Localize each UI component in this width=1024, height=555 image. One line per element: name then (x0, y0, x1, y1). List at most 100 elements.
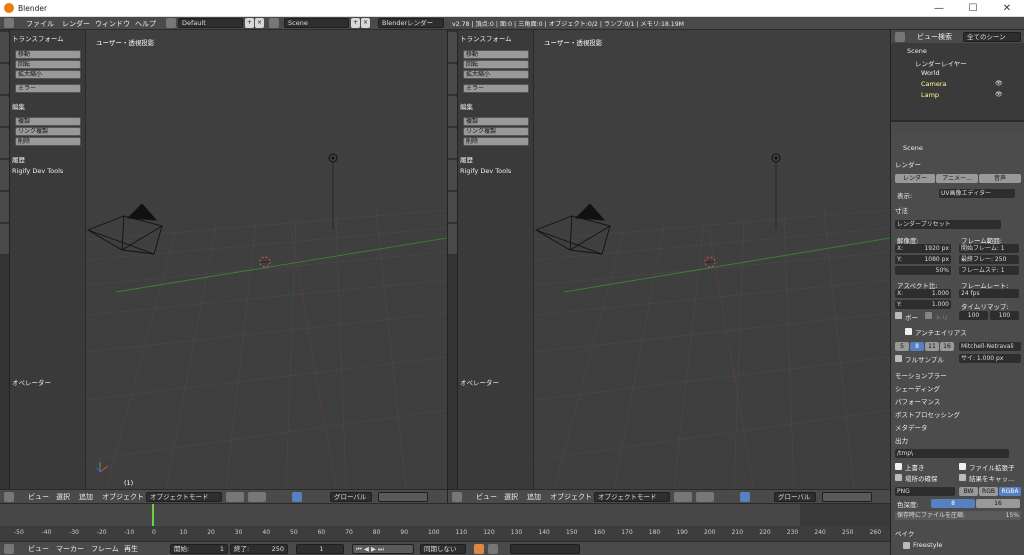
aspect-x-field[interactable]: X: 1.000 (895, 289, 951, 298)
render-engine-select[interactable]: Blenderレンダー (378, 18, 444, 28)
properties-tabs[interactable] (891, 122, 1024, 134)
post-processing-header[interactable]: ポストプロセッシング (895, 409, 960, 419)
minimize-button[interactable]: — (922, 0, 956, 17)
end-frame-field[interactable]: 終了: 250 (230, 544, 288, 554)
scene-field[interactable]: Scene (284, 18, 349, 28)
pivot-select[interactable] (248, 492, 266, 502)
render-button[interactable]: レンダー (895, 174, 935, 183)
output-path-field[interactable]: /tmp\ (895, 449, 1009, 458)
render-panel-header[interactable]: レンダー (895, 159, 921, 169)
overwrite-checkbox[interactable] (895, 463, 902, 470)
aa-5-button[interactable]: 5 (895, 342, 909, 351)
menu-window[interactable]: ウィンドウ (95, 19, 130, 29)
bake-header[interactable]: ベイク (895, 528, 914, 538)
viewport-left[interactable]: トランスフォーム 移動 回転 拡大縮小 ミラー 編集 複製 リンク複製 削除 履… (0, 30, 447, 489)
current-frame-field[interactable]: 1 (296, 544, 344, 554)
scene-add-button[interactable]: + (351, 18, 360, 28)
display-select[interactable]: UV画像エディター (939, 189, 1015, 198)
transform-header[interactable]: トランスフォーム (460, 33, 512, 43)
editor-type-icon[interactable] (452, 492, 462, 502)
frame-step-field[interactable]: フレームステ: 1 (959, 266, 1019, 275)
manipulator-icon[interactable] (740, 492, 750, 502)
outliner-filter-select[interactable]: 全てのシーン (963, 32, 1021, 42)
output-header[interactable]: 出力 (895, 435, 908, 445)
layout-remove-button[interactable]: × (255, 18, 264, 28)
menu-add[interactable]: 追加 (527, 492, 541, 502)
orientation-select[interactable]: グローバル (774, 492, 816, 502)
metadata-header[interactable]: メタデータ (895, 422, 928, 432)
scene-icon[interactable] (269, 18, 279, 28)
aa-11-button[interactable]: 11 (925, 342, 939, 351)
mirror-button[interactable]: ミラー (463, 84, 529, 93)
outliner-render-layers[interactable]: レンダーレイヤー (915, 58, 967, 68)
filter-size-field[interactable]: サイ: 1.000 px (959, 354, 1021, 363)
performance-header[interactable]: パフォーマンス (895, 396, 940, 406)
layout-add-button[interactable]: + (245, 18, 254, 28)
start-frame-field[interactable]: 開始: 1 (170, 544, 228, 554)
layer-buttons[interactable] (378, 492, 428, 502)
current-frame-line[interactable] (152, 504, 154, 527)
menu-view[interactable]: ビュー (476, 492, 497, 502)
menu-help[interactable]: ヘルプ (135, 19, 156, 29)
editor-type-icon[interactable] (4, 18, 14, 28)
rgba-button[interactable]: RGBA (999, 487, 1021, 496)
linked-duplicate-button[interactable]: リンク複製 (15, 127, 81, 136)
mode-select[interactable]: オブジェクトモード (594, 492, 670, 502)
res-percent-field[interactable]: 50% (895, 266, 951, 275)
outliner-view-menu[interactable]: ビュー (917, 32, 938, 42)
file-format-select[interactable]: PNG (895, 487, 955, 496)
depth-16-button[interactable]: 16 (976, 499, 1020, 508)
menu-file[interactable]: ファイル (26, 19, 54, 29)
viewport-right[interactable]: トランスフォーム 移動 回転 拡大縮小 ミラー 編集 複製 リンク複製 削除 履… (448, 30, 890, 489)
history-header[interactable]: 履歴 (460, 154, 473, 164)
menu-add[interactable]: 追加 (79, 492, 93, 502)
outliner-world[interactable]: World (921, 69, 940, 77)
scene-remove-button[interactable]: × (361, 18, 370, 28)
duplicate-button[interactable]: 複製 (15, 117, 81, 126)
bw-button[interactable]: BW (959, 487, 978, 496)
rgb-button[interactable]: RGB (979, 487, 998, 496)
menu-playback[interactable]: 再生 (124, 544, 138, 554)
outliner-camera[interactable]: Camera (921, 80, 947, 88)
remap-old-field[interactable]: 100 (959, 311, 988, 320)
menu-select[interactable]: 選択 (56, 492, 70, 502)
animation-button[interactable]: アニメー... (936, 174, 978, 183)
tool-tabs[interactable] (448, 30, 458, 489)
outliner-scene[interactable]: Scene (907, 47, 927, 55)
shading-select[interactable] (226, 492, 244, 502)
shading-header[interactable]: シェーディング (895, 383, 940, 393)
visibility-eye-icon[interactable]: 👁 (995, 80, 1003, 87)
dimensions-header[interactable]: 寸法 (895, 205, 908, 215)
file-extension-checkbox[interactable] (959, 463, 966, 470)
menu-render[interactable]: レンダー (62, 19, 90, 29)
editor-type-icon[interactable] (895, 32, 905, 42)
keying-set-field[interactable] (510, 544, 580, 554)
fps-select[interactable]: 24 fps (959, 289, 1019, 298)
move-button[interactable]: 移動 (15, 50, 81, 59)
remap-new-field[interactable]: 100 (990, 311, 1019, 320)
scale-button[interactable]: 拡大縮小 (15, 70, 81, 79)
outliner-lamp[interactable]: Lamp (921, 91, 939, 99)
rotate-button[interactable]: 回転 (15, 60, 81, 69)
menu-view[interactable]: ビュー (28, 544, 49, 554)
visibility-eye-icon[interactable]: 👁 (995, 91, 1003, 98)
placeholders-checkbox[interactable] (895, 474, 902, 481)
aa-8-button[interactable]: 8 (910, 342, 924, 351)
transform-header[interactable]: トランスフォーム (12, 33, 64, 43)
res-y-field[interactable]: Y: 1080 px (895, 255, 951, 264)
scale-button[interactable]: 拡大縮小 (463, 70, 529, 79)
border-checkbox[interactable] (895, 312, 902, 319)
tool-tabs[interactable] (0, 30, 10, 489)
cache-result-checkbox[interactable] (959, 474, 966, 481)
audio-button[interactable]: 音声 (979, 174, 1021, 183)
outliner-search-menu[interactable]: 検索 (938, 32, 952, 42)
operator-header[interactable]: オペレーター (460, 377, 499, 387)
manipulator-icon[interactable] (292, 492, 302, 502)
keying-icon[interactable] (488, 544, 498, 554)
aa-16-button[interactable]: 16 (940, 342, 954, 351)
edit-header[interactable]: 編集 (12, 101, 25, 111)
menu-frame[interactable]: フレーム (91, 544, 119, 554)
delete-button[interactable]: 削除 (463, 137, 529, 146)
layout-icon[interactable] (166, 18, 176, 28)
editor-type-icon[interactable] (4, 492, 14, 502)
